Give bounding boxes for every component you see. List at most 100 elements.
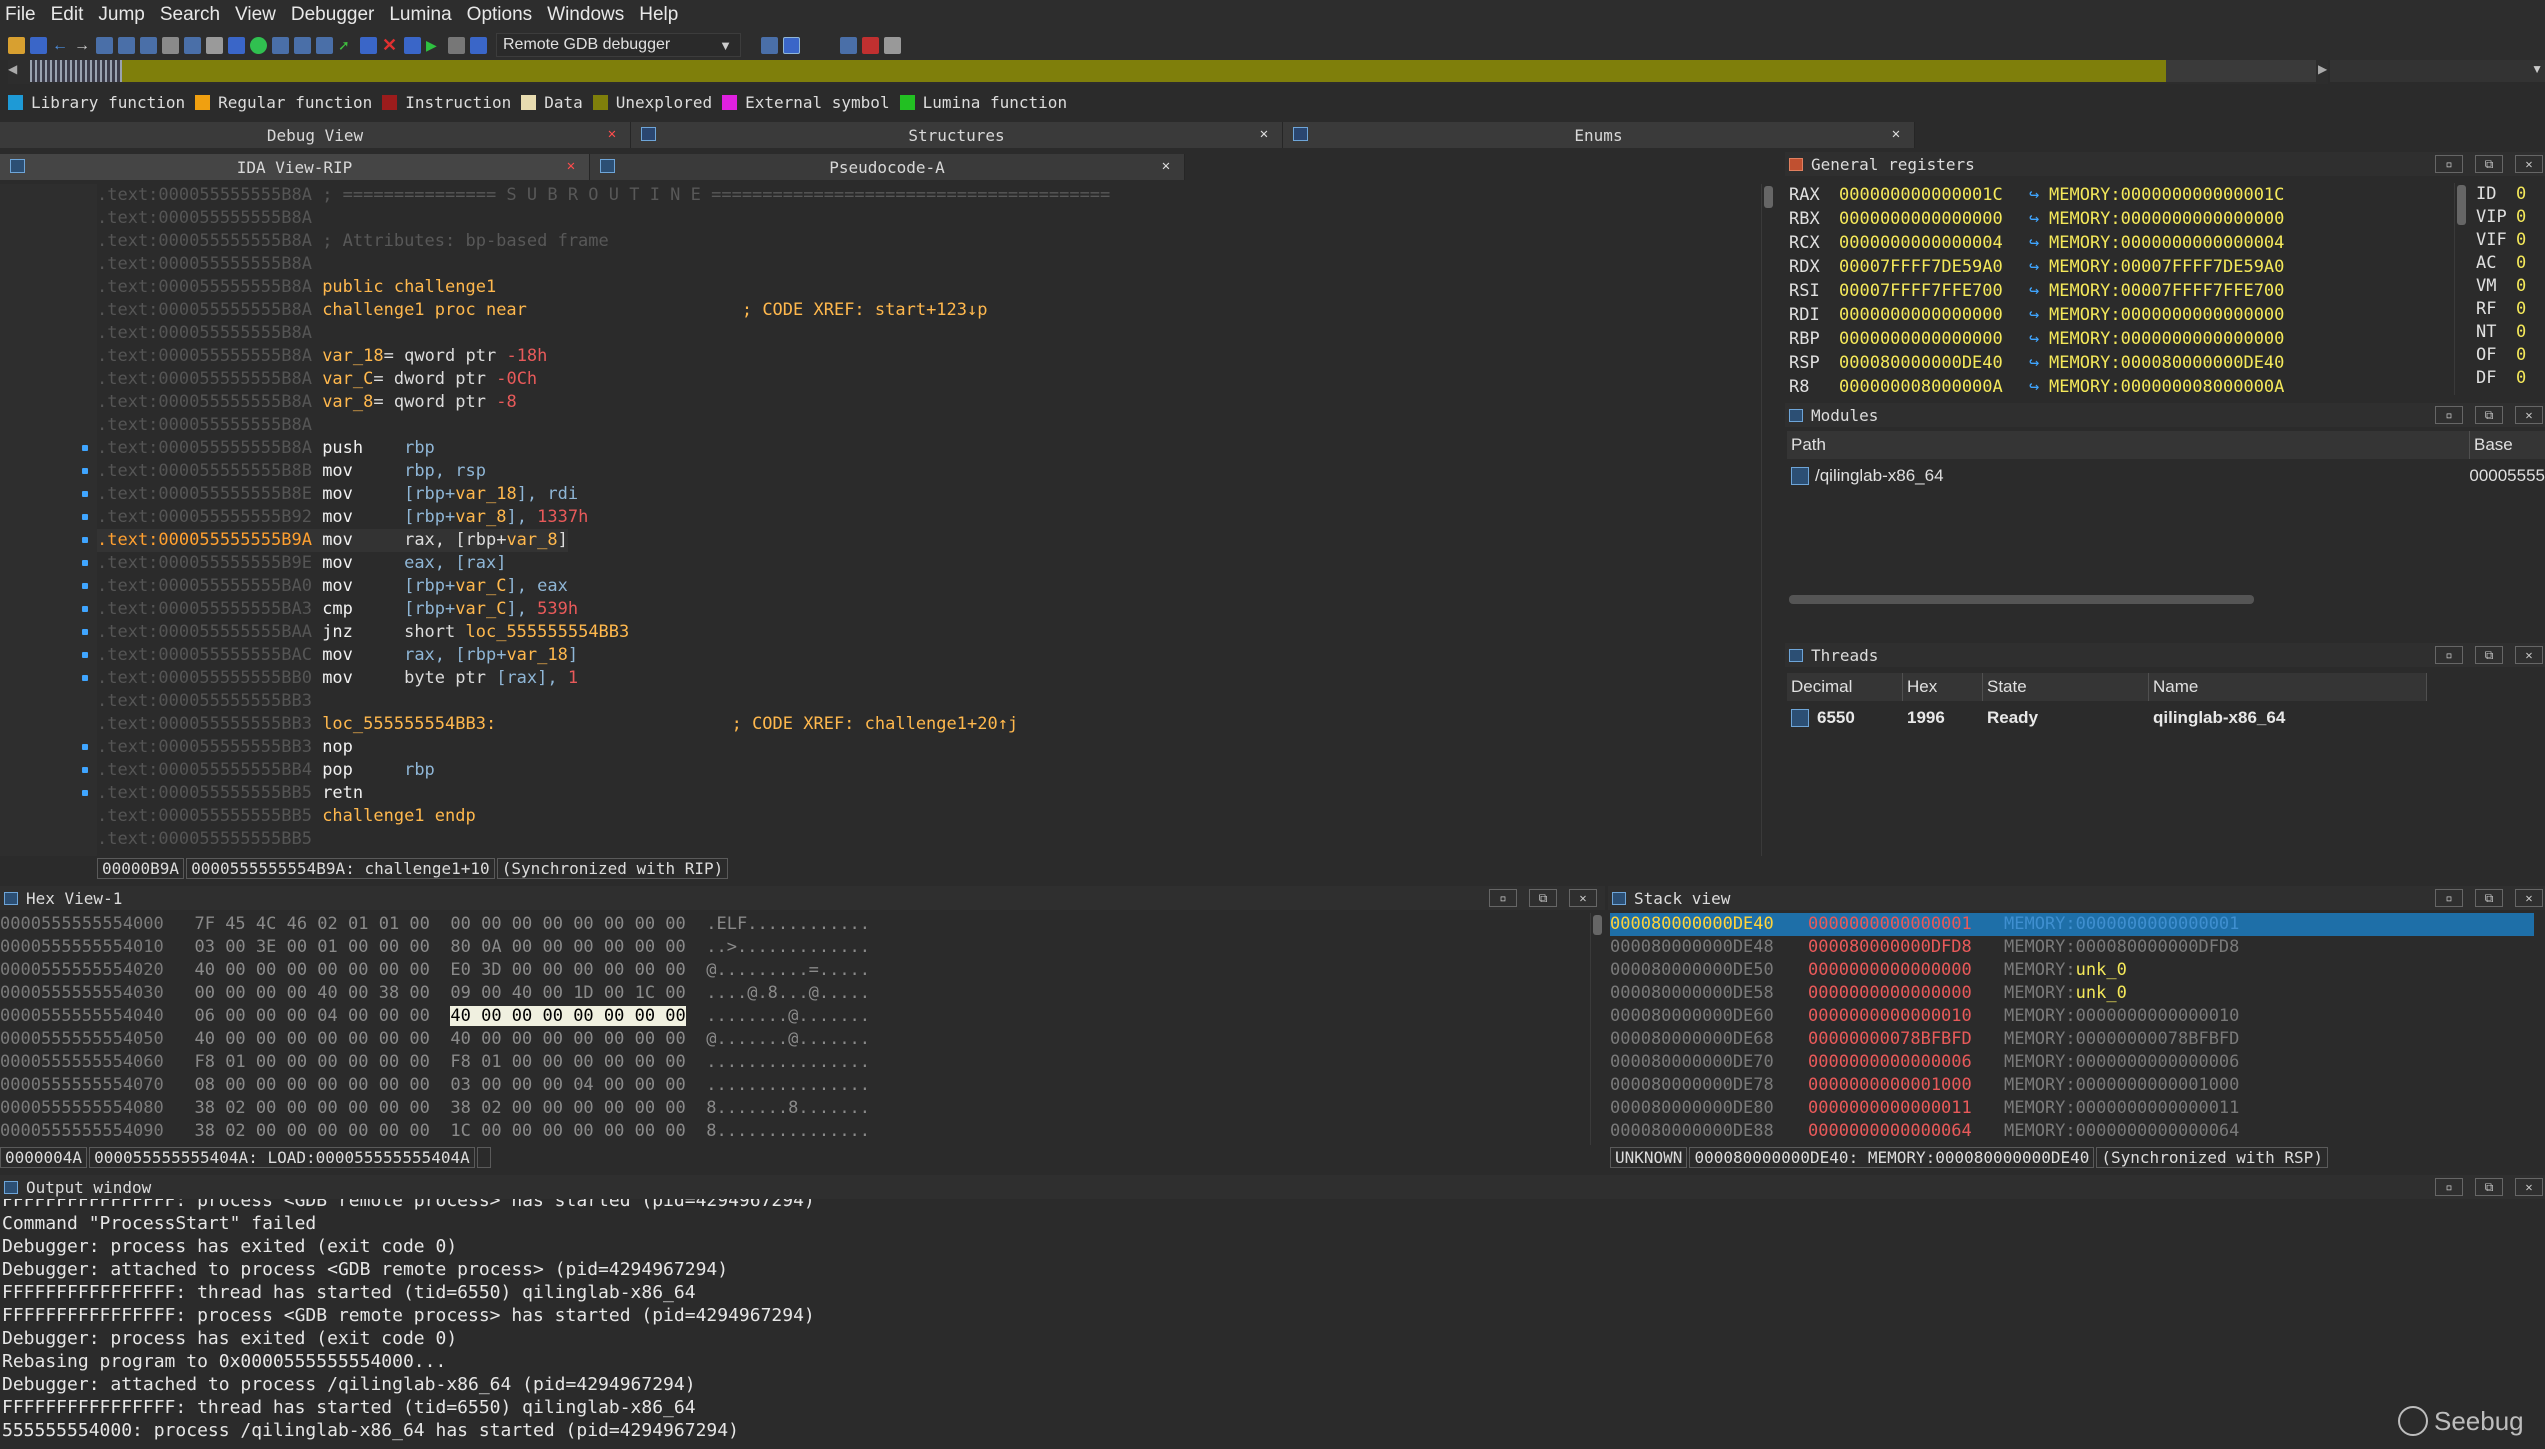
stack-row[interactable]: 000080000000DE48 000080000000DFD8 MEMORY:0… [1610,936,2534,959]
hex-row[interactable]: 0000555555554020 40 00 00 00 00 00 00 00… [0,959,1590,982]
stack-value[interactable]: 0000000000000000 [1808,982,2004,1005]
register-row[interactable]: RSI 00007FFFF7FFE700 ↪ MEMORY:00007FFFF7FFE… [1787,279,2457,303]
stack-row[interactable]: 000080000000DE60 0000000000000010 MEMORY:0… [1610,1005,2534,1028]
register-value[interactable]: 0000000000000000 [1839,327,2029,351]
disassembly-view[interactable]: .text:000055555555B8A ; =============== … [0,184,1775,856]
minimize-icon[interactable]: ▫ [2435,155,2463,173]
flag-row[interactable]: DF 0 [2476,367,2545,390]
register-row[interactable]: RDX 00007FFFF7DE59A0 ↪ MEMORY:00007FFFF7DE5… [1787,255,2457,279]
menu-item-edit[interactable]: Edit [46,4,94,26]
lumina-icon[interactable] [884,36,901,54]
registers-scrollbar[interactable] [2454,183,2468,395]
flag-value[interactable]: 0 [2516,367,2526,390]
modules-hscrollbar[interactable] [1787,592,2545,606]
forward-icon[interactable]: → [74,37,91,54]
disassembly-line[interactable]: .text:000055555555BAC mov rax, [rbp+var_… [97,644,578,667]
menu-item-options[interactable]: Options [462,4,542,26]
function-icon[interactable] [316,36,333,54]
register-value[interactable]: 0000000000000004 [1839,231,2029,255]
disassembly-line[interactable]: .text:000055555555BB5 challenge1 endp [97,805,476,828]
hex-row[interactable]: 0000555555554040 06 00 00 00 04 00 00 00… [0,1005,1590,1028]
stack-symbol[interactable]: unk_0 [2076,960,2127,980]
flag-row[interactable]: ID 0 [2476,183,2545,206]
register-value[interactable]: 00007FFFF7DE59A0 [1839,255,2029,279]
register-value[interactable]: 00007FFFF7FFE700 [1839,279,2029,303]
stack-row[interactable]: 000080000000DE58 0000000000000000 MEMORY:u… [1610,982,2534,1005]
flag-value[interactable]: 0 [2516,229,2526,252]
close-icon[interactable]: ✕ [2515,889,2543,907]
column-name[interactable]: Name [2149,673,2427,701]
disassembly-line[interactable]: .text:000055555555B8B mov rbp, rsp [97,460,486,483]
close-icon[interactable]: ✕ [2515,1178,2543,1196]
hex-dump[interactable]: 0000555555554000 7F 45 4C 46 02 01 01 00… [0,913,1590,1145]
flag-row[interactable]: VIP 0 [2476,206,2545,229]
close-icon[interactable]: ✕ [563,159,579,174]
menu-item-search[interactable]: Search [155,4,230,26]
stack-value[interactable]: 0000000000000010 [1808,1005,2004,1028]
disassembly-line[interactable]: .text:000055555555B8A ; Attributes: bp-b… [97,230,609,253]
hex-row[interactable]: 0000555555554070 08 00 00 00 00 00 00 00… [0,1074,1590,1097]
dump-icon[interactable] [404,36,421,54]
hex-row[interactable]: 0000555555554060 F8 01 00 00 00 00 00 00… [0,1051,1590,1074]
disassembly-line[interactable]: .text:000055555555B8A public challenge1 [97,276,496,299]
flag-value[interactable]: 0 [2516,344,2526,367]
flag-row[interactable]: RF 0 [2476,298,2545,321]
navigation-band-library-segment[interactable] [30,60,122,82]
stack-row[interactable]: 000080000000DE40 0000000000000001 MEMORY:0… [1610,913,2534,936]
disassembly-line[interactable]: .text:000055555555BAA jnz short loc_5555… [97,621,629,644]
disassembly-line[interactable]: .text:000055555555BA3 cmp [rbp+var_C], 5… [97,598,578,621]
minimize-icon[interactable]: ▫ [2435,646,2463,664]
search-icon[interactable] [206,36,223,54]
debugger-options-icon[interactable] [783,36,800,54]
column-decimal[interactable]: Decimal [1787,673,1903,701]
register-value[interactable]: 000000000000001C [1839,183,2029,207]
tab-ida-view-rip[interactable]: IDA View-RIP ✕ [0,154,590,180]
hex-row[interactable]: 0000555555554080 38 02 00 00 00 00 00 00… [0,1097,1590,1120]
flag-row[interactable]: AC 0 [2476,252,2545,275]
stack-value[interactable]: 0000000000000001 [1808,913,2004,936]
disassembly-line[interactable]: .text:000055555555B92 mov [rbp+var_8], 1… [97,506,588,529]
disassembly-line[interactable]: .text:000055555555BB5 [97,828,322,851]
stack-row[interactable]: 000080000000DE78 0000000000001000 MEMORY:0… [1610,1074,2534,1097]
minimize-icon[interactable]: ▫ [1489,889,1517,907]
jump-arrow-icon[interactable]: ↪ [2029,375,2049,399]
delete-icon[interactable]: ✕ [382,36,399,54]
breakpoint-dot-icon[interactable] [82,675,88,681]
hex-scrollbar[interactable] [1590,913,1604,1145]
menu-item-debugger[interactable]: Debugger [286,4,384,26]
flag-value[interactable]: 0 [2516,275,2526,298]
threads-row[interactable]: 6550 1996 Ready qilinglab-x86_64 [1787,703,2427,733]
flag-value[interactable]: 0 [2516,183,2526,206]
flag-row[interactable]: NT 0 [2476,321,2545,344]
tab-pseudocode-a[interactable]: Pseudocode-A ✕ [590,154,1185,180]
disassembly-line[interactable]: .text:000055555555B8A var_18= qword ptr … [97,345,547,368]
minimize-icon[interactable]: ▫ [2435,406,2463,424]
float-icon[interactable]: ⧉ [1529,889,1557,907]
breakpoint-dot-icon[interactable] [82,629,88,635]
scrollbar-thumb[interactable] [1593,915,1602,935]
menu-item-lumina[interactable]: Lumina [384,4,461,26]
disassembly-line[interactable]: .text:000055555555B8E mov [rbp+var_18], … [97,483,578,506]
scrollbar-thumb[interactable] [1789,595,2254,604]
close-icon[interactable]: ✕ [2515,406,2543,424]
column-hex[interactable]: Hex [1903,673,1983,701]
attach-icon[interactable] [761,36,778,54]
disassembly-line[interactable]: .text:000055555555BB0 mov byte ptr [rax]… [97,667,578,690]
disassembly-line[interactable]: .text:000055555555B8A [97,253,322,276]
stack-value[interactable]: 0000000000001000 [1808,1074,2004,1097]
hex-row[interactable]: 0000555555554090 38 02 00 00 00 00 00 00… [0,1120,1590,1143]
minimize-icon[interactable]: ▫ [2435,889,2463,907]
disassembly-line[interactable]: .text:000055555555B8A var_C= dword ptr -… [97,368,537,391]
stack-row[interactable]: 000080000000DE80 0000000000000011 MEMORY:0… [1610,1097,2534,1120]
stack-value[interactable]: 00000000078BFBFD [1808,1028,2004,1051]
hex-row[interactable]: 0000555555554030 00 00 00 00 40 00 38 00… [0,982,1590,1005]
menu-item-jump[interactable]: Jump [93,4,154,26]
register-row[interactable]: RSP 000080000000DE40 ↪ MEMORY:000080000000D… [1787,351,2457,375]
register-row[interactable]: RCX 0000000000000004 ↪ MEMORY:0000000000000… [1787,231,2457,255]
navigation-band-unexplored-segment[interactable] [122,60,2166,82]
close-icon[interactable]: ✕ [604,127,620,142]
scrollbar-thumb[interactable] [1764,186,1773,208]
close-icon[interactable]: ✕ [2515,646,2543,664]
stop-icon[interactable] [470,36,487,54]
float-icon[interactable]: ⧉ [2475,406,2503,424]
